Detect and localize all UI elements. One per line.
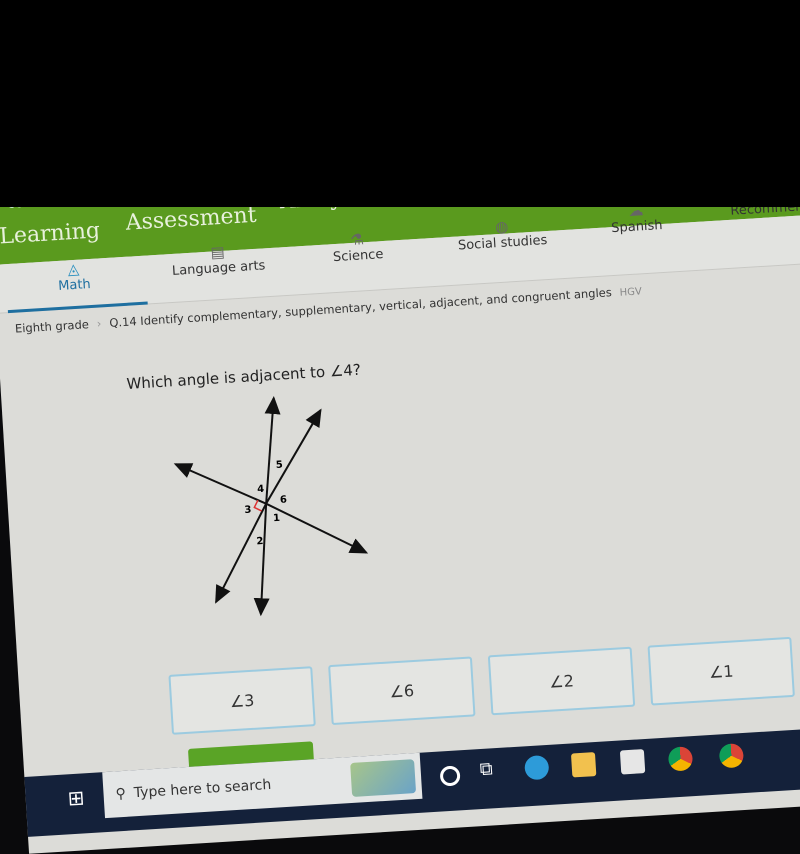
search-highlight-image	[350, 759, 417, 797]
skill-code: HGV	[619, 286, 643, 299]
chrome-icon[interactable]	[667, 746, 694, 772]
answer-angle-6[interactable]: ∠6	[328, 656, 476, 726]
answer-angle-2[interactable]: ∠2	[487, 646, 636, 716]
chrome-profile-icon[interactable]	[718, 743, 745, 769]
angle-diagram: 5 4 6 3 1 2	[173, 396, 369, 617]
search-placeholder: Type here to search	[133, 776, 272, 802]
store-icon[interactable]	[619, 749, 646, 775]
angle-label-6: 6	[280, 494, 288, 505]
angle-label-4: 4	[257, 484, 265, 495]
windows-start-icon[interactable]: ⊞	[67, 785, 85, 810]
task-view-icon[interactable]: ⧉	[479, 758, 504, 783]
subject-social-studies[interactable]: ◍ Social studies	[446, 214, 558, 254]
breadcrumb-grade[interactable]: Eighth grade	[15, 317, 90, 335]
pyramid-icon: ◬	[67, 259, 80, 279]
subject-math[interactable]: ◬ Math	[43, 258, 105, 295]
edge-icon[interactable]	[524, 754, 550, 781]
taskbar-search[interactable]: ⚲ Type here to search	[102, 752, 423, 819]
line-a	[265, 502, 369, 554]
subject-science[interactable]: ⚗ Science	[322, 229, 394, 266]
chevron-right-icon: ›	[96, 316, 102, 331]
cortana-icon[interactable]	[439, 765, 461, 787]
active-subject-underline	[7, 301, 148, 314]
file-explorer-icon[interactable]	[570, 752, 597, 778]
line-a	[173, 463, 267, 505]
angle-label-1: 1	[273, 513, 281, 524]
answer-angle-1[interactable]: ∠1	[647, 636, 795, 706]
subject-language-arts[interactable]: ▤ Language arts	[167, 240, 269, 279]
angle-label-5: 5	[275, 460, 283, 471]
taskbar: ⊞ ⚲ Type here to search ⧉	[24, 722, 800, 837]
angle-label-3: 3	[244, 505, 252, 516]
angle-label-2: 2	[256, 536, 264, 547]
screen: GCSC Testing Learning Assessment Analyti…	[0, 100, 800, 854]
answer-angle-3[interactable]: ∠3	[168, 666, 316, 735]
photo-black-border	[0, 0, 800, 207]
